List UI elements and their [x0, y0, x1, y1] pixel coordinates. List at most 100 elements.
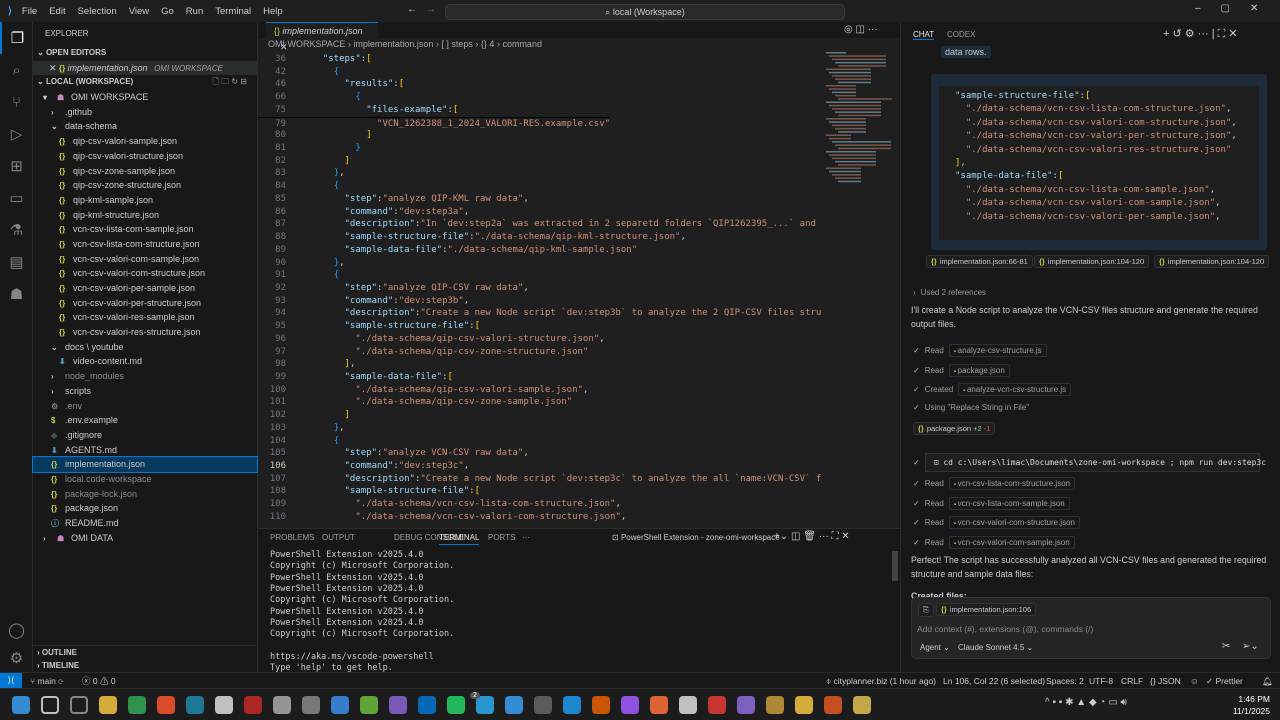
command-center-search[interactable]: ⌕ local (Workspace): [445, 4, 845, 20]
editor-actions-icons[interactable]: ◎ ◫ ···: [844, 24, 878, 35]
edited-file-chip[interactable]: {} package.json +2 -1: [913, 422, 996, 435]
taskbar-app-icon[interactable]: [70, 696, 88, 714]
file-item[interactable]: {} vcn-csv-valori-per-sample.json: [33, 281, 257, 296]
taskbar-app-icon[interactable]: [99, 696, 117, 714]
model-picker[interactable]: Claude Sonnet 4.5 ⌄: [958, 643, 1033, 652]
taskbar-app-icon[interactable]: [331, 696, 349, 714]
start-menu-icon[interactable]: [12, 696, 30, 714]
tab-chat[interactable]: CHAT: [913, 30, 935, 40]
breadcrumb-item[interactable]: implementation.json: [353, 39, 433, 49]
forward-arrow-icon[interactable]: →: [426, 4, 436, 15]
taskbar-app-icon[interactable]: [708, 696, 726, 714]
file-item[interactable]: $ .env.example: [33, 413, 257, 428]
context-chip[interactable]: {} implementation.json:106: [936, 603, 1037, 616]
file-item[interactable]: {} package-lock.json: [33, 487, 257, 502]
file-item[interactable]: {} qip-csv-valori-sample.json: [33, 134, 257, 149]
chat-actions-icons[interactable]: + ↺ ⚙ ··· | ⛶ ✕: [1163, 27, 1238, 41]
file-item[interactable]: {} qip-csv-zone-sample.json: [33, 164, 257, 179]
reference-chip[interactable]: {} implementation.json:66-81: [926, 255, 1033, 268]
taskbar-app-icon[interactable]: [273, 696, 291, 714]
file-item[interactable]: {} qip-csv-valori-structure.json: [33, 149, 257, 164]
file-chip[interactable]: ▪ vcn-csv-valori-com-sample.json: [948, 536, 1075, 550]
taskbar-search-icon[interactable]: [41, 696, 59, 714]
chat-input-placeholder[interactable]: Add context (#), extensions (@), command…: [917, 624, 1093, 634]
terminal-actions-icons[interactable]: +⌄ ◫ 🗑 ··· ⛶ ✕: [774, 531, 850, 542]
file-item[interactable]: {} vcn-csv-lista-com-sample.json: [33, 222, 257, 237]
menu-go[interactable]: Go: [161, 6, 174, 17]
search-icon[interactable]: ⌕: [0, 54, 33, 86]
breadcrumb-item[interactable]: OMI WORKSPACE: [268, 39, 345, 49]
tab-problems[interactable]: PROBLEMS: [270, 533, 314, 542]
taskbar-app-icon[interactable]: [766, 696, 784, 714]
file-item[interactable]: {} vcn-csv-valori-per-structure.json: [33, 296, 257, 311]
breadcrumb-item[interactable]: [ ] steps: [441, 39, 473, 49]
taskbar-app-icon[interactable]: [302, 696, 320, 714]
file-chip[interactable]: ▪ package.json: [948, 363, 1010, 377]
tools-icon[interactable]: ✂: [1222, 641, 1230, 652]
taskbar-app-icon[interactable]: [650, 696, 668, 714]
close-icon[interactable]: ✕: [49, 63, 59, 73]
taskbar-app-icon[interactable]: [447, 696, 465, 714]
taskbar-app-icon[interactable]: [418, 696, 436, 714]
folder-item[interactable]: › ☗ OMI DATA: [33, 531, 257, 546]
remote-explorer-icon[interactable]: ▭: [0, 182, 33, 214]
taskbar-app-icon[interactable]: [621, 696, 639, 714]
breadcrumb-item[interactable]: command: [502, 39, 542, 49]
mode-picker[interactable]: Agent ⌄: [920, 643, 950, 652]
tab-implementation-json[interactable]: {} implementation.json ✕: [266, 22, 378, 52]
branch-indicator[interactable]: ⑂ main ⟳: [30, 673, 63, 689]
tab-output[interactable]: OUTPUT: [322, 533, 355, 542]
file-item[interactable]: ⬇ AGENTS.md: [33, 443, 257, 458]
extensions-icon[interactable]: ⊞: [0, 150, 33, 182]
breadcrumb-item[interactable]: {} 4: [481, 39, 495, 49]
cursor-position[interactable]: Ln 106, Col 22 (6 selected): [943, 673, 1045, 689]
chat-input-box[interactable]: ⎘ {} implementation.json:106 Add context …: [911, 597, 1271, 659]
taskbar-app-icon[interactable]: [824, 696, 842, 714]
code-editor[interactable]: 36 "steps":[42 {46 "results":[66 {75 "fi…: [258, 52, 822, 526]
file-item[interactable]: {} qip-kml-structure.json: [33, 208, 257, 223]
remote-host[interactable]: ⌽ cityplanner.biz (1 hour ago): [826, 673, 936, 689]
taskbar-app-icon[interactable]: [592, 696, 610, 714]
problems-indicator[interactable]: ⓧ 0 ⚠ 0: [82, 673, 116, 689]
folder-item[interactable]: › .github: [33, 105, 257, 120]
settings-gear-icon[interactable]: ⚙: [0, 642, 33, 674]
send-icon[interactable]: ➢⌄: [1242, 641, 1259, 652]
file-item[interactable]: ◆ .gitignore: [33, 428, 257, 443]
notifications-icon[interactable]: 🔔︎: [1262, 673, 1273, 689]
file-item[interactable]: ⚙ .env: [33, 399, 257, 414]
minimap[interactable]: [822, 52, 892, 192]
back-arrow-icon[interactable]: ←: [407, 4, 417, 15]
reference-chip[interactable]: {} implementation.json:104-120: [1154, 255, 1270, 268]
menu-run[interactable]: Run: [186, 6, 203, 17]
menu-file[interactable]: File: [22, 6, 37, 17]
remote-indicator-icon[interactable]: ⟩⟨: [0, 673, 22, 689]
file-chip[interactable]: ▪ vcn-csv-lista-com-sample.json: [948, 496, 1070, 510]
outline-section[interactable]: › OUTLINE: [33, 645, 258, 660]
taskbar-app-icon[interactable]: [795, 696, 813, 714]
prettier-status[interactable]: ✓ Prettier: [1206, 673, 1243, 689]
taskbar-app-icon[interactable]: [360, 696, 378, 714]
project-manager-icon[interactable]: ▤: [0, 246, 33, 278]
folder-item[interactable]: › scripts: [33, 384, 257, 399]
taskbar-app-icon[interactable]: [476, 696, 494, 714]
copilot-icon[interactable]: ☺: [1190, 673, 1199, 689]
indentation[interactable]: Spaces: 2: [1046, 673, 1084, 689]
terminal-instance[interactable]: ⊡ PowerShell Extension - zone-omi-worksp…: [612, 533, 780, 542]
open-editor-item[interactable]: ✕ {} implementation.json OMI WORKSPACE: [33, 60, 257, 76]
taskbar-app-icon[interactable]: [737, 696, 755, 714]
open-editors-header[interactable]: ⌄ OPEN EDITORS: [33, 46, 257, 61]
run-debug-icon[interactable]: ▷: [0, 118, 33, 150]
file-item[interactable]: {} vcn-csv-valori-com-sample.json: [33, 252, 257, 267]
system-tray[interactable]: ^ ▪ ▪ ✱ ▲ ◆ ◔ ▭ 🔊︎: [1045, 697, 1127, 708]
file-item[interactable]: {} implementation.json: [32, 456, 258, 473]
window-controls[interactable]: –▢✕: [1195, 3, 1278, 14]
workspace-header[interactable]: ⌄ LOCAL (WORKSPACE) 🗋 🗀 ↻ ⊟: [33, 75, 257, 90]
folder-item[interactable]: ⌄ data-schema: [33, 119, 257, 134]
explorer-actions-icons[interactable]: 🗋 🗀 ↻ ⊟: [212, 75, 247, 90]
clock[interactable]: 1:46 PM 11/1/2025: [1208, 693, 1270, 717]
taskbar-app-icon[interactable]: [505, 696, 523, 714]
attach-icon[interactable]: ⎘: [918, 603, 934, 617]
extension-custom-icon[interactable]: ☗: [0, 278, 33, 310]
file-item[interactable]: {} vcn-csv-valori-res-structure.json: [33, 325, 257, 340]
file-chip[interactable]: ▪ analyze-csv-structure.js: [948, 344, 1047, 357]
